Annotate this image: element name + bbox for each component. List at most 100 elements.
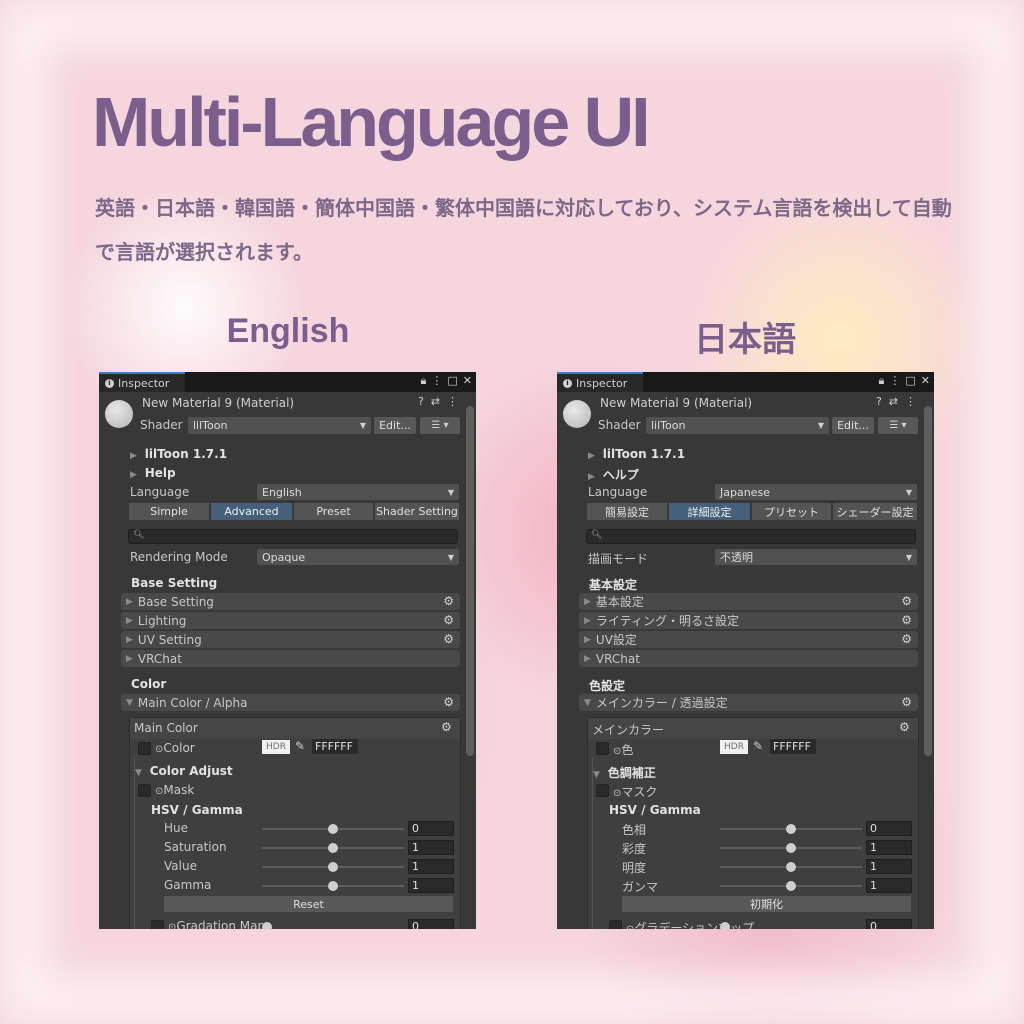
reset-button[interactable]: 初期化 (622, 896, 911, 912)
color-hex-field[interactable]: FFFFFF (312, 739, 358, 754)
slider-value-field[interactable]: 1 (866, 878, 912, 893)
indent-guide (134, 757, 135, 929)
section-main-color-alpha[interactable]: ▼ Main Color / Alpha ⚙ (121, 694, 460, 711)
shader-dropdown[interactable]: lilToon ▼ (188, 417, 371, 434)
slider-knob[interactable] (328, 843, 338, 853)
shader-list-button[interactable]: ☰ ▾ (878, 417, 918, 434)
mode-tab-preset[interactable]: Preset (294, 503, 373, 520)
slider-knob[interactable] (786, 843, 796, 853)
slider-value-field[interactable]: 1 (408, 840, 454, 855)
shader-label: Shader (598, 418, 641, 432)
color-hex-field[interactable]: FFFFFF (770, 739, 816, 754)
help-icon[interactable]: ? (876, 395, 882, 408)
help-icon[interactable]: ? (418, 395, 424, 408)
mode-tab-preset[interactable]: プリセット (752, 503, 831, 520)
gear-icon[interactable]: ⚙ (443, 613, 454, 627)
triangle-right-icon: ▶ (126, 596, 133, 607)
rendering-mode-label: Rendering Mode (130, 550, 228, 564)
mode-tab-simple[interactable]: Simple (129, 503, 209, 520)
version-foldout[interactable]: ▶ lilToon 1.7.1 (130, 447, 227, 461)
slider-knob[interactable] (328, 824, 338, 834)
gradation-map-checkbox[interactable] (609, 920, 622, 929)
slider-value-field[interactable]: 0 (866, 821, 912, 836)
rendering-mode-dropdown[interactable]: Opaque ▼ (257, 549, 459, 565)
edit-shader-button[interactable]: Edit... (374, 417, 416, 434)
scrollbar[interactable] (466, 406, 474, 756)
gear-icon[interactable]: ⚙ (443, 695, 454, 709)
mode-tab-simple[interactable]: 簡易設定 (587, 503, 667, 520)
version-foldout[interactable]: ▶ lilToon 1.7.1 (588, 447, 685, 461)
gradation-value-field[interactable]: 0 (866, 919, 912, 929)
gradation-value-field[interactable]: 0 (408, 919, 454, 929)
color-label: Color (163, 741, 195, 755)
color-toggle-checkbox[interactable] (138, 742, 151, 755)
gear-icon[interactable]: ⚙ (901, 695, 912, 709)
material-preview-thumbnail[interactable] (563, 400, 591, 428)
search-input[interactable]: 🔍︎ (128, 529, 458, 544)
preset-settings-icon[interactable]: ⇄ (431, 395, 440, 408)
edit-shader-button[interactable]: Edit... (832, 417, 874, 434)
scrollbar[interactable] (924, 406, 932, 756)
gear-icon[interactable]: ⚙ (443, 632, 454, 646)
triangle-down-icon: ▼ (584, 697, 591, 708)
slider-knob[interactable] (328, 862, 338, 872)
section-uv-setting[interactable]: ▶ UV Setting ⚙ (121, 631, 460, 648)
slider-value-field[interactable]: 0 (408, 821, 454, 836)
search-input[interactable]: 🔍︎ (586, 529, 916, 544)
reset-button[interactable]: Reset (164, 896, 453, 912)
mask-checkbox[interactable] (596, 784, 609, 797)
shader-dropdown[interactable]: lilToon ▼ (646, 417, 829, 434)
hdr-badge[interactable]: HDR (720, 740, 748, 754)
mode-tab-shader-setting[interactable]: シェーダー設定 (833, 503, 917, 520)
section-lighting[interactable]: ▶ ライティング・明るさ設定 ⚙ (579, 612, 918, 629)
hdr-badge[interactable]: HDR (262, 740, 290, 754)
more-options-icon[interactable]: ⋮ (905, 395, 916, 408)
gradation-map-label: Gradation Map (176, 919, 266, 929)
section-vrchat[interactable]: ▶ VRChat (579, 650, 918, 667)
mode-tab-advanced[interactable]: Advanced (211, 503, 292, 520)
section-uv-setting[interactable]: ▶ UV設定 ⚙ (579, 631, 918, 648)
language-dropdown[interactable]: Japanese ▼ (715, 484, 917, 500)
eyedropper-icon[interactable]: ✎ (753, 739, 763, 753)
gradation-map-checkbox[interactable] (151, 920, 164, 929)
material-preview-thumbnail[interactable] (105, 400, 133, 428)
section-vrchat[interactable]: ▶ VRChat (121, 650, 460, 667)
gear-icon[interactable]: ⚙ (899, 720, 910, 734)
preset-settings-icon[interactable]: ⇄ (889, 395, 898, 408)
slider-value-field[interactable]: 1 (866, 859, 912, 874)
color-toggle-checkbox[interactable] (596, 742, 609, 755)
section-main-color-alpha[interactable]: ▼ メインカラー / 透過設定 ⚙ (579, 694, 918, 711)
section-base-setting[interactable]: ▶ Base Setting ⚙ (121, 593, 460, 610)
gear-icon[interactable]: ⚙ (443, 594, 454, 608)
color-adjust-foldout[interactable]: ▼ Color Adjust (135, 764, 233, 778)
slider-knob[interactable] (328, 881, 338, 891)
slider-knob[interactable] (786, 824, 796, 834)
eyedropper-icon[interactable]: ✎ (295, 739, 305, 753)
help-foldout[interactable]: ▶ Help (130, 466, 176, 480)
gear-icon[interactable]: ⚙ (901, 632, 912, 646)
shader-list-button[interactable]: ☰ ▾ (420, 417, 460, 434)
description: 英語・日本語・韓国語・簡体中国語・繁体中国語に対応しており、システム言語を検出し… (95, 196, 952, 264)
slider-label: Saturation (164, 840, 227, 854)
mode-tab-shader-setting[interactable]: Shader Setting (375, 503, 459, 520)
more-options-icon[interactable]: ⋮ (447, 395, 458, 408)
color-adjust-foldout[interactable]: ▼ 色調補正 (593, 764, 656, 781)
gradation-slider-knob[interactable] (262, 922, 272, 929)
section-lighting[interactable]: ▶ Lighting ⚙ (121, 612, 460, 629)
gear-icon[interactable]: ⚙ (441, 720, 452, 734)
rendering-mode-dropdown[interactable]: 不透明 ▼ (715, 549, 917, 565)
section-base-setting[interactable]: ▶ 基本設定 ⚙ (579, 593, 918, 610)
triangle-right-icon: ▶ (584, 634, 591, 645)
gear-icon[interactable]: ⚙ (901, 613, 912, 627)
help-foldout[interactable]: ▶ ヘルプ (588, 466, 639, 483)
mask-checkbox[interactable] (138, 784, 151, 797)
slider-knob[interactable] (786, 862, 796, 872)
language-dropdown[interactable]: English ▼ (257, 484, 459, 500)
slider-value-field[interactable]: 1 (408, 859, 454, 874)
gear-icon[interactable]: ⚙ (901, 594, 912, 608)
mode-tab-advanced[interactable]: 詳細設定 (669, 503, 750, 520)
slider-value-field[interactable]: 1 (866, 840, 912, 855)
gradation-slider-knob[interactable] (720, 922, 730, 929)
slider-value-field[interactable]: 1 (408, 878, 454, 893)
slider-knob[interactable] (786, 881, 796, 891)
